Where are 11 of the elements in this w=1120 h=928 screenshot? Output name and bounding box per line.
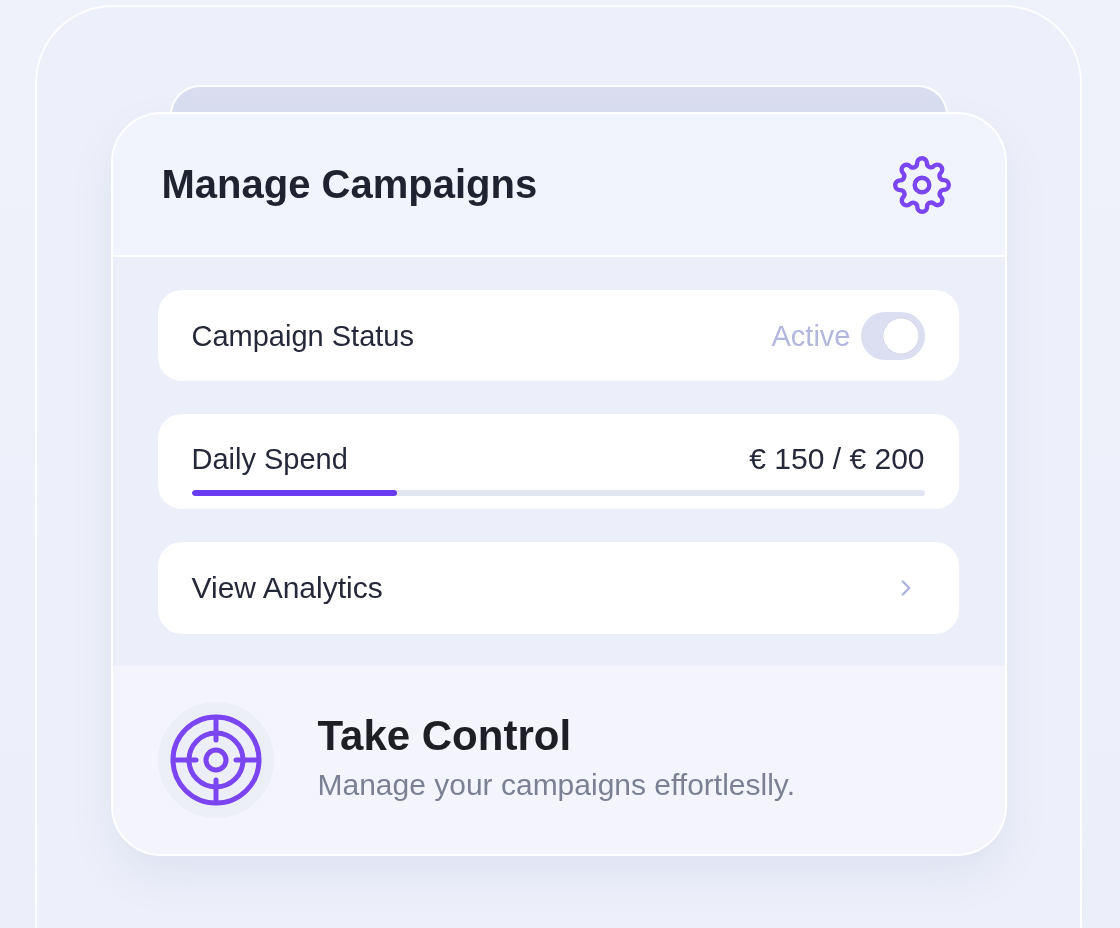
toggle-switch[interactable] bbox=[860, 311, 925, 360]
card-title: Manage Campaigns bbox=[161, 162, 538, 207]
spend-reading: € 150 / € 200 bbox=[749, 441, 925, 477]
footer-title: Take Control bbox=[317, 711, 573, 761]
target-icon bbox=[157, 702, 274, 818]
spend-label: Daily Spend bbox=[191, 442, 348, 477]
status-label: Campaign Status bbox=[191, 318, 414, 354]
footer-subtitle: Manage your campaigns effortleslly. bbox=[317, 767, 795, 803]
status-text: Active bbox=[771, 318, 851, 354]
settings-icon[interactable] bbox=[892, 155, 951, 214]
analytics-link[interactable]: View Analytics bbox=[157, 542, 959, 634]
